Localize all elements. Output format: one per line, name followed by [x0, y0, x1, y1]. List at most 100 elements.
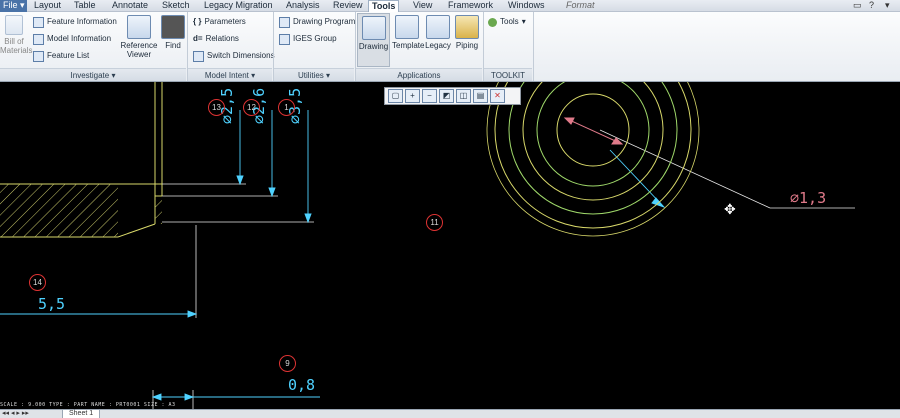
iges-group-button[interactable]: IGES Group [279, 32, 337, 46]
tab-legacy-migration[interactable]: Legacy Migration [201, 0, 276, 12]
applications-group-label: Applications [356, 68, 482, 81]
feature-info-icon [33, 16, 44, 28]
parameters-button[interactable]: { } Parameters [193, 15, 246, 29]
relations-label: Relations [205, 34, 239, 43]
dimension-lines [0, 110, 666, 401]
tab-layout[interactable]: Layout [31, 0, 64, 12]
tab-format[interactable]: Format [563, 0, 598, 12]
piping-label: Piping [455, 41, 479, 50]
balloon-11[interactable]: 11 [426, 214, 443, 231]
drawing-app-icon [361, 16, 386, 40]
binoculars-icon [161, 15, 185, 39]
tab-view[interactable]: View [410, 0, 435, 12]
legacy-label: Legacy [425, 41, 451, 50]
display-style-icon[interactable]: ◫ [456, 89, 471, 103]
tab-annotate[interactable]: Annotate [109, 0, 151, 12]
chevron-down-icon: ▾ [521, 17, 526, 26]
gear-icon [488, 17, 497, 27]
drawing-program-button[interactable]: Drawing Program [279, 15, 355, 29]
switch-dimensions-icon [193, 50, 204, 62]
parameters-label: Parameters [204, 17, 246, 26]
drawing-program-icon [279, 16, 290, 28]
model-intent-group-label[interactable]: Model Intent ▾ [188, 68, 272, 81]
model-information-button[interactable]: Model Information [33, 32, 111, 46]
leader-arrows [563, 117, 624, 145]
model-information-label: Model Information [47, 34, 112, 43]
file-menu[interactable]: File ▾ [0, 0, 27, 12]
bom-icon [5, 15, 23, 35]
concentric-circles [486, 82, 700, 237]
repaint-icon[interactable]: ◩ [439, 89, 454, 103]
feature-list-button[interactable]: Feature List [33, 49, 89, 63]
drawing-program-label: Drawing Program [293, 17, 356, 26]
zoom-in-icon[interactable]: + [405, 89, 420, 103]
sheet-setup-icon[interactable]: ▤ [473, 89, 488, 103]
section-hatch-step [155, 196, 162, 224]
dimension-diameter-callout[interactable]: ⌀1,3 [790, 189, 826, 207]
help-icon[interactable]: ? [869, 0, 874, 11]
sheet-nav-arrows[interactable]: ◂◂ ◂ ▸ ▸▸ [2, 410, 29, 418]
dimension-5-5[interactable]: 5,5 [38, 295, 65, 313]
investigate-group-label[interactable]: Investigate ▾ [0, 68, 186, 81]
feature-information-button[interactable]: Feature Information [33, 15, 117, 29]
section-hatch [0, 184, 118, 237]
utilities-group-label[interactable]: Utilities ▾ [274, 68, 354, 81]
title-scale-text: SCALE : 9.000 TYPE : PART NAME : PRT0001… [0, 402, 176, 408]
piping-app-button[interactable]: Piping [454, 15, 480, 50]
reference-viewer-label: Reference Viewer [120, 41, 158, 59]
tab-analysis[interactable]: Analysis [283, 0, 323, 12]
relations-icon: d= [193, 34, 203, 43]
drawing-app-button[interactable]: Drawing [357, 13, 390, 67]
balloon-14[interactable]: 14 [29, 274, 46, 291]
separator [533, 12, 534, 81]
minimize-ribbon-icon[interactable]: ▭ [853, 0, 862, 11]
tab-table[interactable]: Table [71, 0, 99, 12]
tab-framework[interactable]: Framework [445, 0, 496, 12]
switch-dimensions-button[interactable]: Switch Dimensions [193, 49, 275, 63]
switch-dimensions-label: Switch Dimensions [207, 51, 275, 60]
tab-review[interactable]: Review [330, 0, 366, 12]
refit-icon[interactable]: ▢ [388, 89, 403, 103]
ribbon-panel: Bill of Materials Feature Information Mo… [0, 12, 900, 82]
tab-windows[interactable]: Windows [505, 0, 548, 12]
iges-group-icon [279, 33, 290, 45]
ribbon-tab-bar: File ▾ Layout Table Annotate Sketch Lega… [0, 0, 900, 13]
reference-viewer-button[interactable]: Reference Viewer [119, 15, 159, 59]
balloon-9[interactable]: 9 [279, 355, 296, 372]
legacy-app-button[interactable]: Legacy [424, 15, 452, 50]
toolkit-group-label: TOOLKIT [484, 68, 532, 81]
legacy-icon [426, 15, 450, 39]
creo-drawing-window: File ▾ Layout Table Annotate Sketch Lega… [0, 0, 900, 418]
file-menu-label: File [3, 0, 18, 10]
template-label: Template [392, 41, 425, 50]
graphics-toolbar: ▢ + − ◩ ◫ ▤ ✕ [384, 87, 521, 105]
annotation-display-icon[interactable]: ✕ [490, 89, 505, 103]
balloon-13[interactable]: 13 [208, 99, 225, 116]
bill-of-materials-label: Bill of Materials [0, 37, 33, 55]
dimension-0-8[interactable]: 0,8 [288, 376, 315, 394]
iges-group-label: IGES Group [293, 34, 337, 43]
model-info-icon [33, 33, 44, 45]
relations-button[interactable]: d= Relations [193, 32, 239, 46]
find-label: Find [165, 41, 181, 50]
parameters-icon: { } [193, 17, 202, 26]
feature-list-label: Feature List [47, 51, 90, 60]
template-app-button[interactable]: Template [392, 15, 425, 50]
find-button[interactable]: Find [161, 15, 185, 50]
bill-of-materials-button[interactable]: Bill of Materials [0, 15, 33, 55]
balloon-12[interactable]: 12 [243, 99, 260, 116]
drawing-graphics [0, 82, 855, 409]
options-icon[interactable]: ▾ [885, 0, 890, 11]
balloon-1[interactable]: 1 [278, 99, 295, 116]
toolkit-tools-label: Tools [500, 17, 519, 26]
move-cursor-icon: ✥ [724, 201, 736, 217]
piping-icon [455, 15, 479, 39]
template-icon [395, 15, 419, 39]
sheet-tab[interactable]: Sheet 1 [62, 410, 101, 418]
status-bar: ◂◂ ◂ ▸ ▸▸ Sheet 1 [0, 409, 900, 418]
zoom-out-icon[interactable]: − [422, 89, 437, 103]
toolkit-tools-button[interactable]: Tools ▾ [488, 15, 526, 29]
drawing-canvas[interactable]: ⌀2,5 ⌀2,6 ⌀3,5 ⌀1,3 5,5 0,8 13 12 1 11 1… [0, 82, 900, 409]
feature-information-label: Feature Information [47, 17, 117, 26]
tab-sketch[interactable]: Sketch [159, 0, 193, 12]
